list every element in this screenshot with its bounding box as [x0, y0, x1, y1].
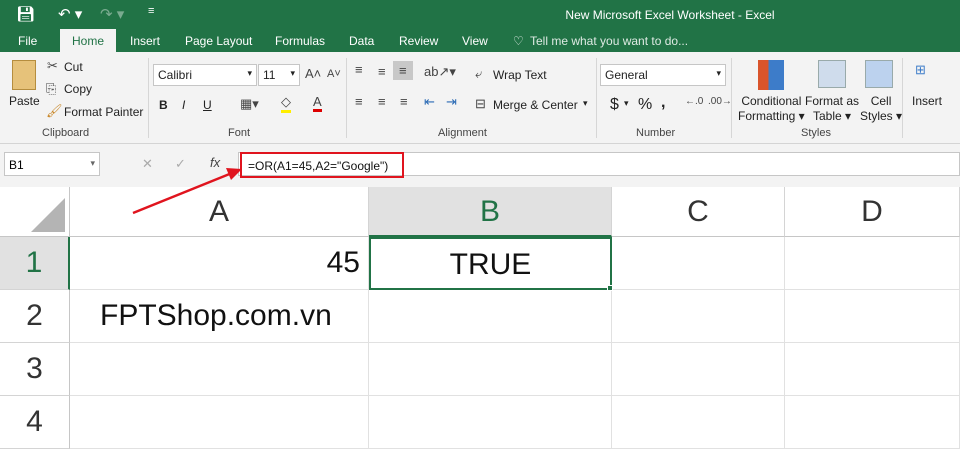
- annotation-arrow: [132, 168, 242, 215]
